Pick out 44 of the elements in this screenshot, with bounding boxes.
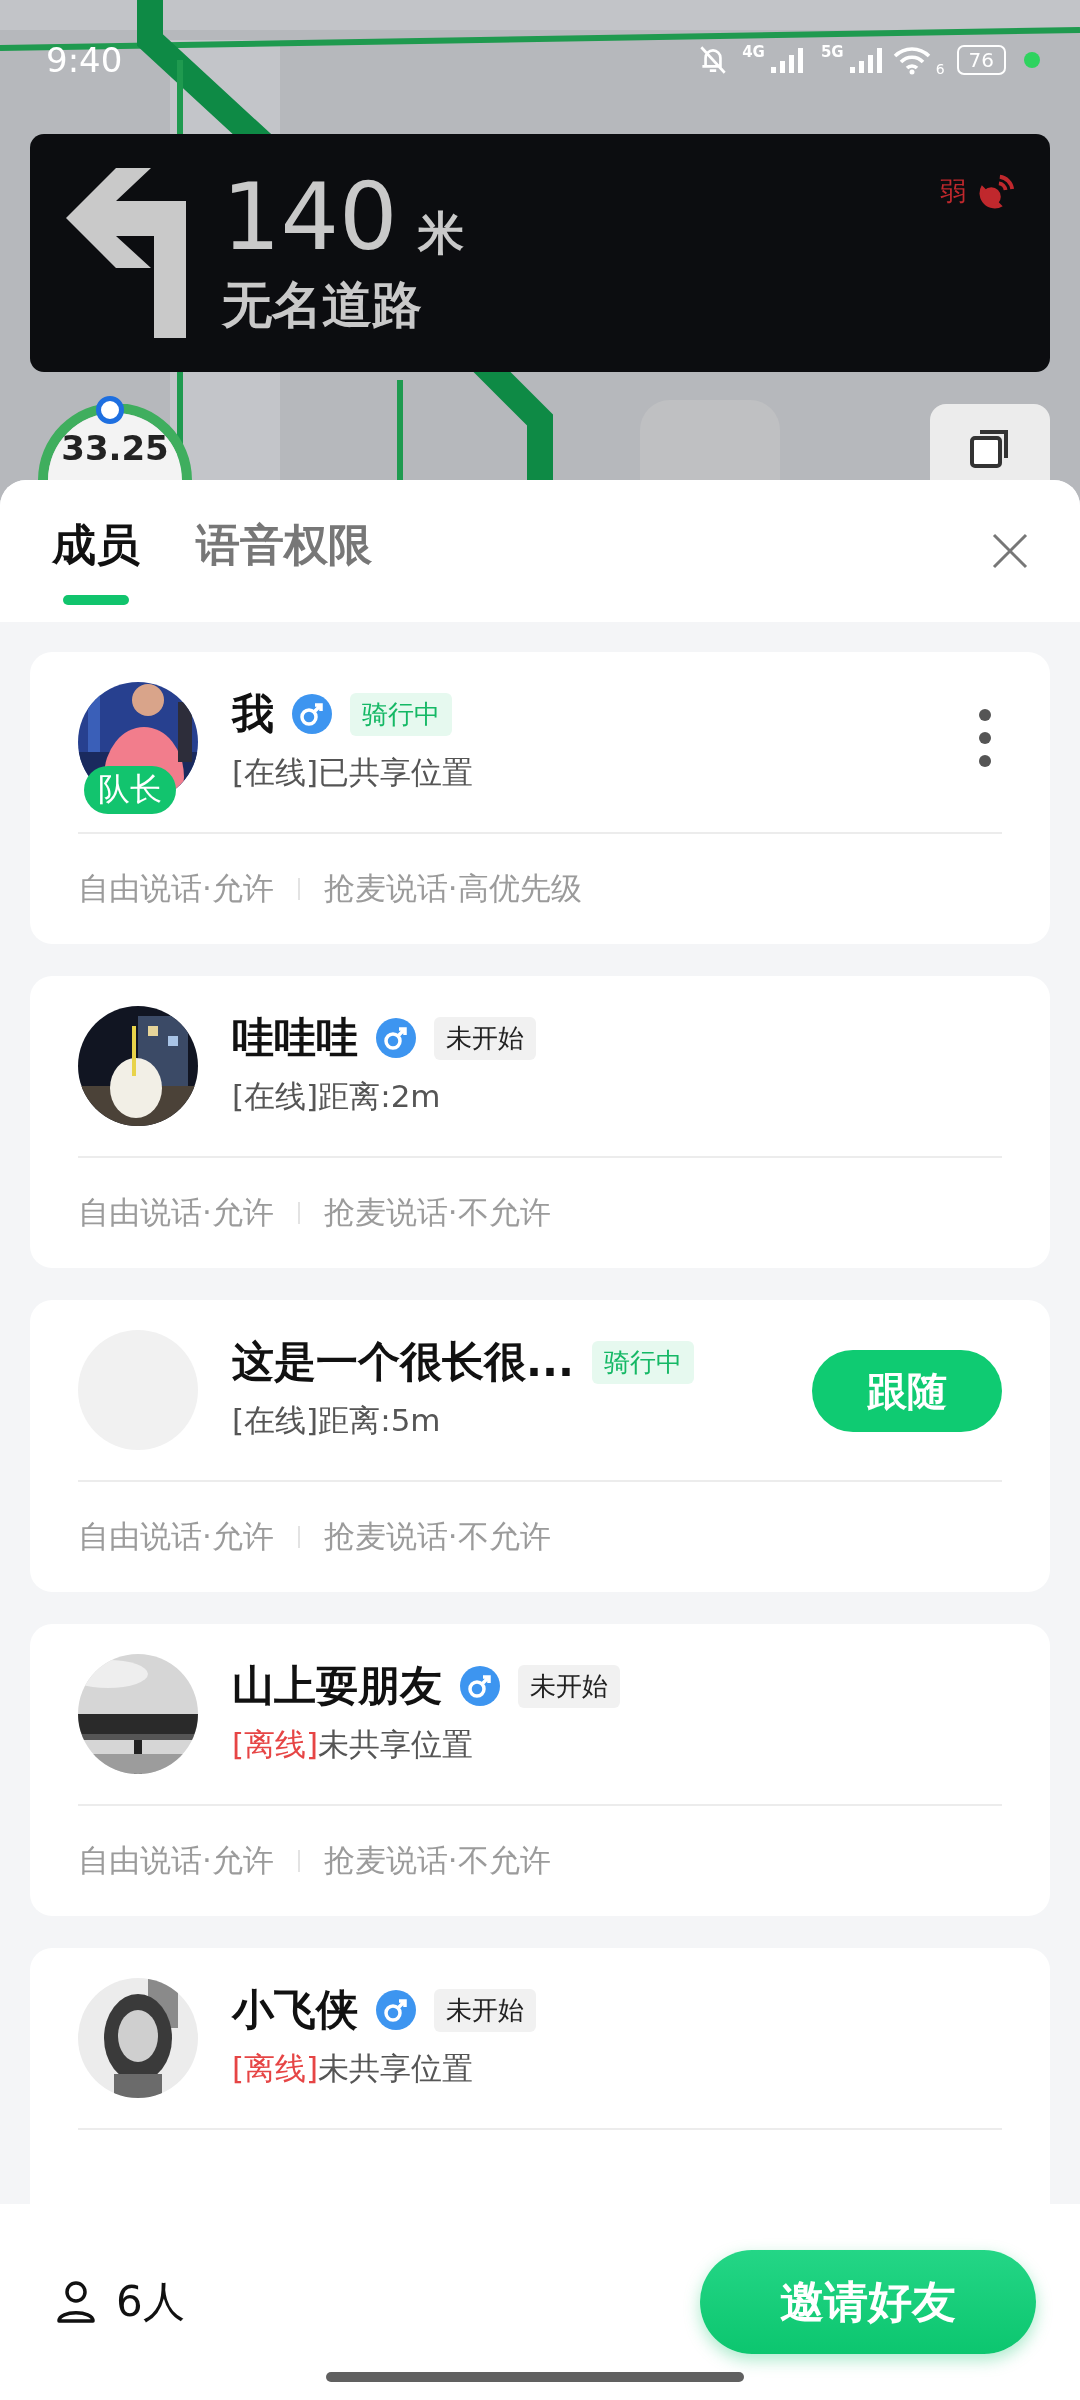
voice-permission: 自由说话·允许 <box>78 1193 274 1232</box>
tab[interactable]: 成员 <box>52 497 140 605</box>
voice-permission: 抢麦说话·不允许 <box>323 1517 551 1556</box>
tab[interactable]: 语音权限 <box>196 497 372 605</box>
gps-signal-label: 弱 <box>940 174 966 208</box>
member-name: 哇哇哇 <box>232 1012 358 1064</box>
layers-button[interactable] <box>930 404 1050 480</box>
voice-permission: 抢麦说话·高优先级 <box>323 869 582 908</box>
status-time: 9:40 <box>46 40 123 80</box>
voice-permission: 抢麦说话·不允许 <box>323 1841 551 1880</box>
turn-left-arrow-icon <box>66 168 186 338</box>
person-icon <box>56 2280 96 2324</box>
wifi-icon <box>891 45 932 75</box>
location-status: [离线]未共享位置 <box>232 2049 475 2088</box>
voice-permission: 自由说话·允许 <box>78 1841 274 1880</box>
road-name: 无名道路 <box>222 274 423 336</box>
voice-permission: 自由说话·允许 <box>78 1517 274 1556</box>
location-status: [在线]已共享位置 <box>232 753 475 792</box>
leader-badge: 队长 <box>84 766 176 814</box>
distance-unit: 米 <box>417 204 464 262</box>
member-count: 6人 <box>116 2276 185 2328</box>
battery-indicator: 76 <box>956 45 1006 75</box>
status-tag: 未开始 <box>434 1988 536 2032</box>
status-tag: 未开始 <box>518 1664 620 1708</box>
network-type-label: 5G <box>820 43 844 61</box>
speed-value: 33.25 <box>61 428 169 468</box>
more-options-icon[interactable] <box>978 708 992 768</box>
close-icon[interactable] <box>990 531 1030 571</box>
status-tag: 未开始 <box>434 1016 536 1060</box>
status-tag: 骑行中 <box>591 1340 694 1384</box>
member-name: 小飞侠 <box>232 1984 358 2036</box>
network-type-label: 4G <box>742 43 765 61</box>
location-status: [离线]未共享位置 <box>232 1725 475 1764</box>
distance-value: 140 <box>222 167 398 268</box>
location-status: [在线]距离:5m <box>232 1401 442 1440</box>
location-status: [在线]距离:2m <box>232 1077 442 1116</box>
voice-permission: 抢麦说话·不允许 <box>323 1193 551 1232</box>
status-tag: 骑行中 <box>350 692 452 736</box>
member-name: 我 <box>232 688 274 740</box>
member-name: 山上耍朋友 <box>232 1660 442 1712</box>
member-name: 这是一个很长很... <box>232 1336 574 1388</box>
satellite-icon <box>978 172 1016 210</box>
voice-permission: 自由说话·允许 <box>78 869 274 908</box>
wifi-standard-label: 6 <box>935 61 945 77</box>
